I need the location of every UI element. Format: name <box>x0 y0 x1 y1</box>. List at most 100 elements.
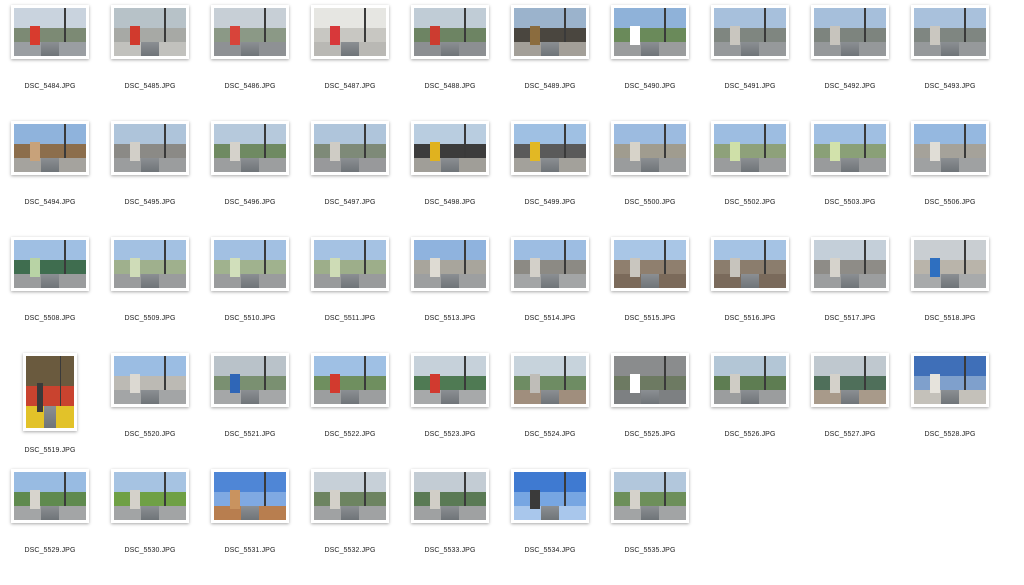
file-name-label[interactable]: DSC_5516.JPG <box>700 315 800 322</box>
file-item[interactable]: DSC_5532.JPG <box>300 469 400 585</box>
file-item[interactable]: DSC_5513.JPG <box>400 237 500 353</box>
file-thumbnail[interactable] <box>211 121 289 175</box>
file-thumbnail[interactable] <box>311 469 389 523</box>
file-thumbnail[interactable] <box>11 121 89 175</box>
file-thumbnail[interactable] <box>311 353 389 407</box>
file-name-label[interactable]: DSC_5522.JPG <box>300 431 400 438</box>
file-name-label[interactable]: DSC_5494.JPG <box>0 199 100 206</box>
file-name-label[interactable]: DSC_5533.JPG <box>400 547 500 554</box>
file-item[interactable]: DSC_5496.JPG <box>200 121 300 237</box>
file-name-label[interactable]: DSC_5495.JPG <box>100 199 200 206</box>
file-name-label[interactable]: DSC_5503.JPG <box>800 199 900 206</box>
file-thumbnail[interactable] <box>611 5 689 59</box>
file-item[interactable]: DSC_5526.JPG <box>700 353 800 469</box>
file-item[interactable]: DSC_5500.JPG <box>600 121 700 237</box>
file-item[interactable]: DSC_5517.JPG <box>800 237 900 353</box>
file-thumbnail[interactable] <box>611 237 689 291</box>
file-name-label[interactable]: DSC_5510.JPG <box>200 315 300 322</box>
file-item[interactable]: DSC_5524.JPG <box>500 353 600 469</box>
file-item[interactable]: DSC_5515.JPG <box>600 237 700 353</box>
file-name-label[interactable]: DSC_5491.JPG <box>700 83 800 90</box>
file-item[interactable]: DSC_5492.JPG <box>800 5 900 121</box>
file-item[interactable]: DSC_5486.JPG <box>200 5 300 121</box>
file-name-label[interactable]: DSC_5485.JPG <box>100 83 200 90</box>
file-thumbnail[interactable] <box>111 5 189 59</box>
file-name-label[interactable]: DSC_5490.JPG <box>600 83 700 90</box>
file-name-label[interactable]: DSC_5506.JPG <box>900 199 1000 206</box>
file-name-label[interactable]: DSC_5498.JPG <box>400 199 500 206</box>
file-thumbnail[interactable] <box>111 469 189 523</box>
file-name-label[interactable]: DSC_5488.JPG <box>400 83 500 90</box>
file-item[interactable]: DSC_5502.JPG <box>700 121 800 237</box>
file-name-label[interactable]: DSC_5511.JPG <box>300 315 400 322</box>
file-item[interactable]: DSC_5522.JPG <box>300 353 400 469</box>
file-item[interactable]: DSC_5503.JPG <box>800 121 900 237</box>
file-item[interactable]: DSC_5493.JPG <box>900 5 1000 121</box>
file-thumbnail[interactable] <box>911 121 989 175</box>
file-item[interactable]: DSC_5527.JPG <box>800 353 900 469</box>
file-item[interactable]: DSC_5519.JPG <box>0 353 100 469</box>
file-name-label[interactable]: DSC_5502.JPG <box>700 199 800 206</box>
file-name-label[interactable]: DSC_5515.JPG <box>600 315 700 322</box>
file-thumbnail[interactable] <box>411 121 489 175</box>
file-name-label[interactable]: DSC_5493.JPG <box>900 83 1000 90</box>
file-item[interactable]: DSC_5485.JPG <box>100 5 200 121</box>
file-name-label[interactable]: DSC_5528.JPG <box>900 431 1000 438</box>
file-item[interactable]: DSC_5491.JPG <box>700 5 800 121</box>
file-item[interactable]: DSC_5535.JPG <box>600 469 700 585</box>
file-name-label[interactable]: DSC_5509.JPG <box>100 315 200 322</box>
file-thumbnail[interactable] <box>811 5 889 59</box>
file-item[interactable]: DSC_5509.JPG <box>100 237 200 353</box>
file-item[interactable]: DSC_5495.JPG <box>100 121 200 237</box>
file-item[interactable]: DSC_5531.JPG <box>200 469 300 585</box>
file-thumbnail[interactable] <box>811 353 889 407</box>
file-thumbnail[interactable] <box>11 5 89 59</box>
file-thumbnail[interactable] <box>411 469 489 523</box>
file-thumbnail[interactable] <box>411 5 489 59</box>
file-name-label[interactable]: DSC_5525.JPG <box>600 431 700 438</box>
file-name-label[interactable]: DSC_5523.JPG <box>400 431 500 438</box>
file-item[interactable]: DSC_5523.JPG <box>400 353 500 469</box>
file-thumbnail[interactable] <box>311 121 389 175</box>
file-name-label[interactable]: DSC_5529.JPG <box>0 547 100 554</box>
file-name-label[interactable]: DSC_5518.JPG <box>900 315 1000 322</box>
file-item[interactable]: DSC_5489.JPG <box>500 5 600 121</box>
file-item[interactable]: DSC_5498.JPG <box>400 121 500 237</box>
file-thumbnail[interactable] <box>211 5 289 59</box>
file-thumbnail[interactable] <box>911 5 989 59</box>
file-item[interactable]: DSC_5514.JPG <box>500 237 600 353</box>
file-item[interactable]: DSC_5520.JPG <box>100 353 200 469</box>
file-name-label[interactable]: DSC_5517.JPG <box>800 315 900 322</box>
file-name-label[interactable]: DSC_5514.JPG <box>500 315 600 322</box>
file-name-label[interactable]: DSC_5527.JPG <box>800 431 900 438</box>
file-thumbnail[interactable] <box>611 469 689 523</box>
file-name-label[interactable]: DSC_5531.JPG <box>200 547 300 554</box>
file-thumbnail[interactable] <box>911 353 989 407</box>
file-thumbnail[interactable] <box>711 5 789 59</box>
file-thumbnail[interactable] <box>611 121 689 175</box>
file-thumbnail[interactable] <box>511 121 589 175</box>
file-thumbnail[interactable] <box>511 237 589 291</box>
file-item[interactable]: DSC_5534.JPG <box>500 469 600 585</box>
file-item[interactable]: DSC_5499.JPG <box>500 121 600 237</box>
file-name-label[interactable]: DSC_5521.JPG <box>200 431 300 438</box>
file-name-label[interactable]: DSC_5513.JPG <box>400 315 500 322</box>
file-name-label[interactable]: DSC_5486.JPG <box>200 83 300 90</box>
file-item[interactable]: DSC_5487.JPG <box>300 5 400 121</box>
file-name-label[interactable]: DSC_5489.JPG <box>500 83 600 90</box>
file-name-label[interactable]: DSC_5508.JPG <box>0 315 100 322</box>
file-item[interactable]: DSC_5525.JPG <box>600 353 700 469</box>
file-item[interactable]: DSC_5516.JPG <box>700 237 800 353</box>
file-thumbnail[interactable] <box>911 237 989 291</box>
file-name-label[interactable]: DSC_5500.JPG <box>600 199 700 206</box>
file-item[interactable]: DSC_5490.JPG <box>600 5 700 121</box>
file-name-label[interactable]: DSC_5492.JPG <box>800 83 900 90</box>
file-name-label[interactable]: DSC_5499.JPG <box>500 199 600 206</box>
file-thumbnail[interactable] <box>311 5 389 59</box>
file-name-label[interactable]: DSC_5532.JPG <box>300 547 400 554</box>
file-thumbnail[interactable] <box>23 353 77 431</box>
file-thumbnail[interactable] <box>811 121 889 175</box>
file-thumbnail[interactable] <box>411 353 489 407</box>
file-thumbnail[interactable] <box>211 469 289 523</box>
file-item[interactable]: DSC_5511.JPG <box>300 237 400 353</box>
